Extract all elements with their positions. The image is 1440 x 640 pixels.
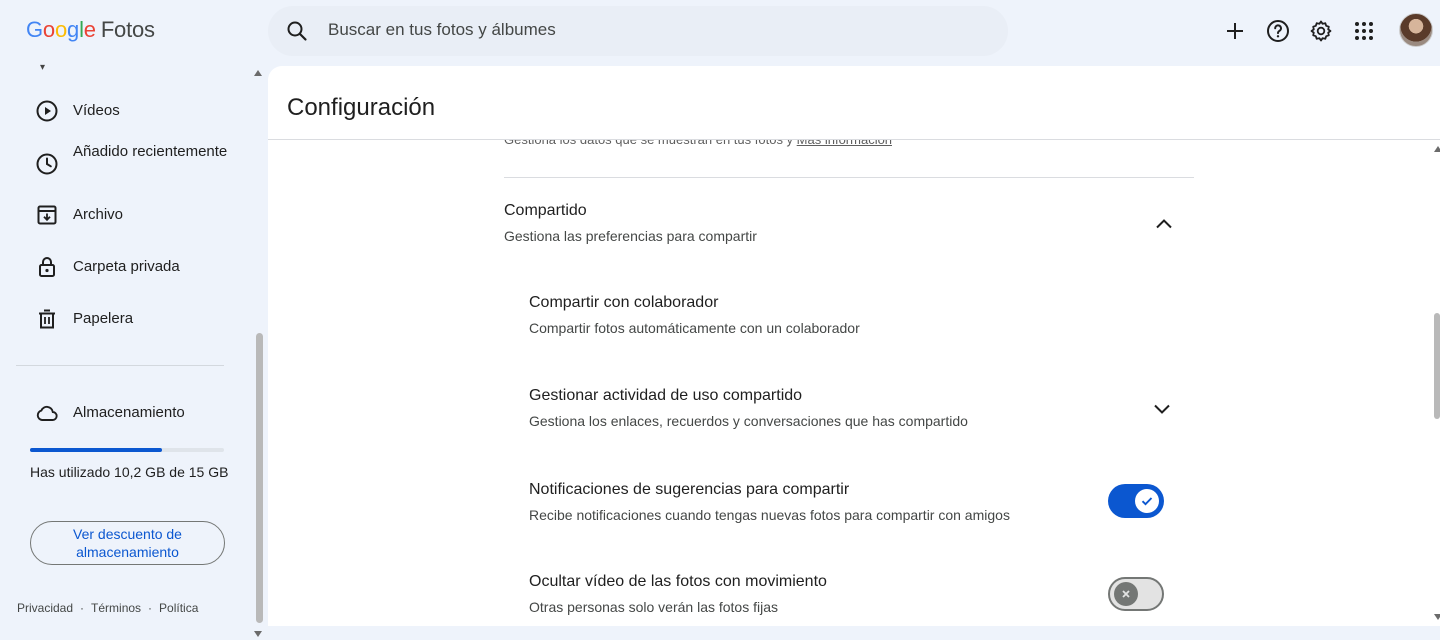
sidebar-item-videos[interactable]: Vídeos xyxy=(0,99,240,123)
toggle-knob xyxy=(1135,489,1159,513)
help-circle-icon xyxy=(1267,20,1289,42)
search-icon[interactable] xyxy=(285,19,309,43)
sidebar-item-label: Añadido recientemente xyxy=(73,143,228,160)
logo-letter: g xyxy=(67,17,80,42)
chevron-down-icon[interactable] xyxy=(1150,397,1174,421)
storage-usage-text: Has utilizado 10,2 GB de 15 GB xyxy=(30,464,229,480)
collapse-caret-icon[interactable]: ▾ xyxy=(40,62,45,73)
logo-product-name: Fotos xyxy=(100,17,155,42)
sidebar-item-label: Papelera xyxy=(73,310,134,327)
sidebar: ▾ Vídeos Añadido recientemente Archivo C… xyxy=(0,62,252,640)
clock-icon xyxy=(36,153,58,175)
plus-icon xyxy=(1227,23,1243,39)
sidebar-item-private-folder[interactable]: Carpeta privada xyxy=(0,255,240,279)
close-icon xyxy=(1122,590,1130,598)
storage-discount-button[interactable]: Ver descuento de almacenamiento xyxy=(30,521,225,565)
main-scrollbar-thumb[interactable] xyxy=(1434,313,1440,419)
storage-progress-bar xyxy=(30,448,224,452)
footer-links: Privacidad · Términos · Política xyxy=(17,601,198,615)
section-divider xyxy=(504,177,1194,178)
logo-letter: o xyxy=(42,17,55,42)
footer-separator: · xyxy=(80,601,85,615)
page-title: Configuración xyxy=(287,94,436,121)
google-photos-logo[interactable]: Google Fotos xyxy=(26,17,155,43)
help-button[interactable] xyxy=(1263,16,1293,46)
gear-icon xyxy=(1310,20,1332,42)
archive-icon xyxy=(37,205,57,225)
title-divider xyxy=(268,139,1440,140)
sidebar-item-recently-added[interactable]: Añadido recientemente xyxy=(0,140,240,186)
apps-button[interactable] xyxy=(1349,16,1379,46)
settings-panel: Configuración Gestiona los datos que se … xyxy=(268,66,1440,626)
toggle-knob xyxy=(1114,582,1138,606)
logo-letter: o xyxy=(54,17,68,42)
lock-icon xyxy=(39,257,55,277)
setting-sharing-activity-subtitle: Gestiona los enlaces, recuerdos y conver… xyxy=(529,413,968,429)
avatar[interactable] xyxy=(1399,13,1433,47)
sidebar-scroll-down-arrow[interactable] xyxy=(254,631,262,637)
sidebar-item-label: Archivo xyxy=(73,206,124,223)
sidebar-scrollbar-thumb[interactable] xyxy=(256,333,263,623)
chevron-up-icon[interactable] xyxy=(1152,212,1176,236)
sidebar-scroll-up-arrow[interactable] xyxy=(254,70,262,76)
storage-label: Almacenamiento xyxy=(73,404,185,421)
setting-hide-motion-video-subtitle: Otras personas solo verán las fotos fija… xyxy=(529,599,779,615)
cloud-icon xyxy=(36,405,58,421)
section-title-sharing[interactable]: Compartido xyxy=(504,202,587,220)
sidebar-item-storage[interactable]: Almacenamiento xyxy=(0,401,240,425)
main-scroll-down-arrow[interactable] xyxy=(1434,614,1440,620)
sidebar-item-archive[interactable]: Archivo xyxy=(0,203,240,227)
hide-motion-video-toggle[interactable] xyxy=(1108,577,1164,611)
section-subtitle-sharing: Gestiona las preferencias para compartir xyxy=(504,228,757,244)
terms-link[interactable]: Términos xyxy=(91,601,141,615)
sidebar-item-label: Carpeta privada xyxy=(73,258,180,275)
grid-dots-icon xyxy=(1355,22,1373,40)
privacy-link[interactable]: Privacidad xyxy=(17,601,73,615)
search-placeholder[interactable]: Buscar en tus fotos y álbumes xyxy=(328,20,556,40)
app-window: Google Fotos Buscar en tus fotos y álbume… xyxy=(0,0,1440,640)
setting-partner-sharing-title[interactable]: Compartir con colaborador xyxy=(529,294,718,312)
main-scroll-up-arrow[interactable] xyxy=(1434,146,1440,152)
search-bar[interactable]: Buscar en tus fotos y álbumes xyxy=(268,6,1008,56)
sidebar-divider xyxy=(16,365,224,366)
check-icon xyxy=(1141,497,1153,506)
footer-separator: · xyxy=(148,601,153,615)
setting-sharing-activity-title[interactable]: Gestionar actividad de uso compartido xyxy=(529,387,802,405)
policy-link[interactable]: Política xyxy=(159,601,198,615)
sidebar-item-label: Vídeos xyxy=(73,102,120,119)
add-button[interactable] xyxy=(1220,16,1250,46)
setting-suggestion-notifications-title: Notificaciones de sugerencias para compa… xyxy=(529,481,850,498)
setting-suggestion-notifications-subtitle: Recibe notificaciones cuando tengas nuev… xyxy=(529,507,1010,523)
top-bar: Google Fotos Buscar en tus fotos y álbume… xyxy=(0,0,1440,62)
trash-icon xyxy=(39,309,55,329)
play-circle-icon xyxy=(36,100,58,122)
setting-hide-motion-video-title: Ocultar vídeo de las fotos con movimient… xyxy=(529,573,827,590)
logo-letter: e xyxy=(83,17,96,42)
settings-button[interactable] xyxy=(1306,16,1336,46)
logo-letter: G xyxy=(26,17,43,42)
suggestion-notifications-toggle[interactable] xyxy=(1108,484,1164,518)
storage-progress-fill xyxy=(30,448,162,452)
setting-partner-sharing-subtitle: Compartir fotos automáticamente con un c… xyxy=(529,320,860,336)
sidebar-item-trash[interactable]: Papelera xyxy=(0,307,240,331)
